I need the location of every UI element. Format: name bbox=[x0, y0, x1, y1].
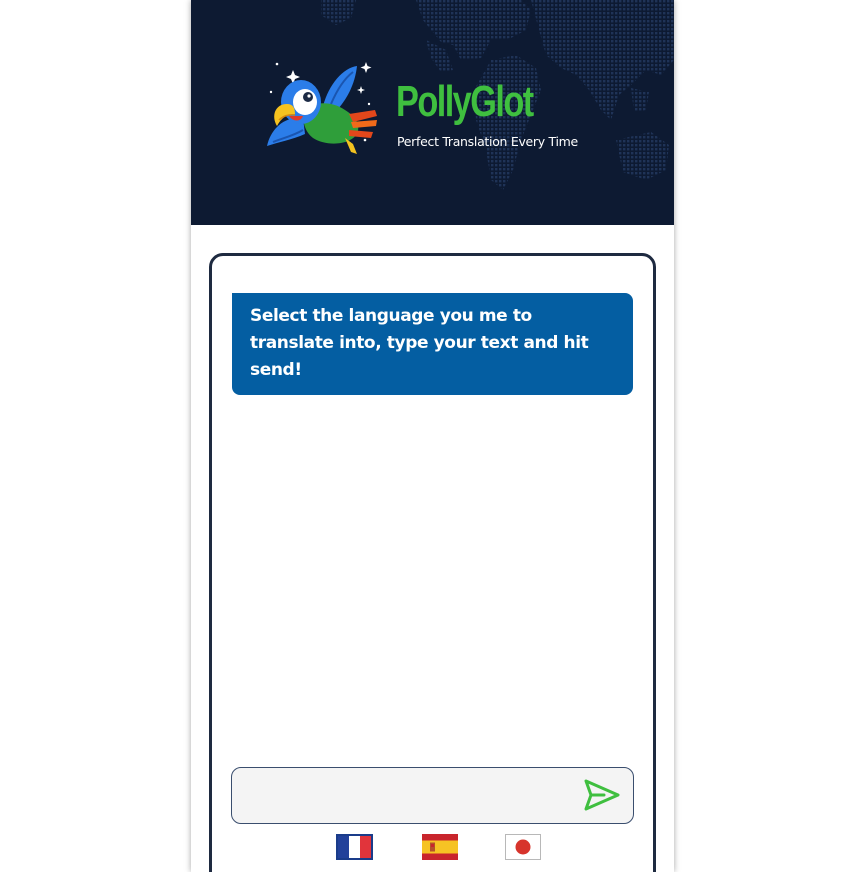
japan-flag-icon[interactable] bbox=[505, 834, 541, 860]
message-composer bbox=[231, 767, 634, 824]
send-button[interactable] bbox=[582, 777, 622, 813]
language-selector bbox=[212, 832, 653, 862]
chat-panel: Select the language you me to translate … bbox=[209, 253, 656, 872]
app-window: PollyGlot Perfect Translation Every Time… bbox=[191, 0, 674, 872]
assistant-message-bubble: Select the language you me to translate … bbox=[232, 293, 633, 395]
message-input[interactable] bbox=[244, 776, 568, 816]
spain-flag-icon[interactable] bbox=[422, 834, 458, 860]
header-banner: PollyGlot Perfect Translation Every Time bbox=[191, 0, 674, 225]
parrot-logo-icon bbox=[267, 62, 377, 154]
app-title: PollyGlot bbox=[396, 77, 534, 126]
app-tagline: Perfect Translation Every Time bbox=[397, 134, 578, 149]
france-flag-icon[interactable] bbox=[336, 834, 373, 860]
send-arrow-icon bbox=[584, 779, 620, 811]
